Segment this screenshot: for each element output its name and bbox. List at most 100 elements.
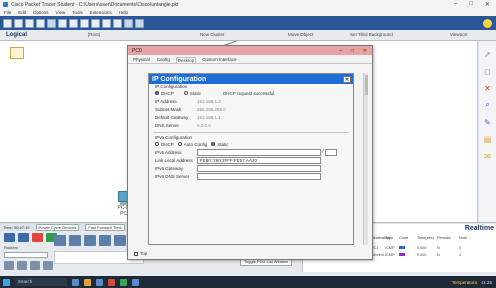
scrollbar-thumb[interactable] [364,75,368,95]
set-tiled-bg-button[interactable]: Set Tiled Background [350,32,393,37]
header-type: Type [385,236,394,240]
router-category-icon[interactable] [4,233,15,242]
num-cell: 0 [459,246,462,250]
resize-icon[interactable]: ▤ [483,134,493,144]
fast-forward-button[interactable]: Fast Forward Time [85,223,125,231]
close-button[interactable]: ✕ [485,1,490,8]
ip-config-close-button[interactable]: ✕ [343,75,351,83]
dns-server-field[interactable]: 0.0.0.0 [197,123,211,128]
zoom-icon[interactable]: ⌕ [483,100,493,110]
palette-icon[interactable] [124,18,133,28]
maximize-button[interactable]: □ [469,1,473,8]
menu-edit[interactable]: Edit [18,10,26,15]
task-view-icon[interactable] [72,278,79,286]
ipv6-gateway-input[interactable] [197,164,321,172]
open-file-icon[interactable] [14,18,23,28]
menu-extensions[interactable]: Extensions [90,10,112,15]
color-cell [399,246,417,250]
minimize-button[interactable]: – [454,1,457,8]
new-file-icon[interactable] [3,18,12,28]
print-icon[interactable] [36,18,45,28]
edge-icon[interactable] [96,278,103,286]
zoom-out-icon[interactable] [113,18,122,28]
connection-category-icon[interactable] [17,261,27,270]
clock[interactable]: 11:26 [481,280,492,285]
menu-options[interactable]: Options [33,10,49,15]
app-icon[interactable] [120,278,127,286]
multiuser-category-icon[interactable] [43,261,53,270]
misc-category-icon[interactable] [30,261,40,270]
save-icon[interactable] [25,18,34,28]
end-device-category-icon[interactable] [4,261,14,270]
menu-tools[interactable]: Tools [72,10,83,15]
copy-icon[interactable] [58,18,67,28]
note-icon[interactable] [10,47,24,59]
ip-address-field[interactable]: 192.168.1.3 [197,99,221,104]
ip-config-title: IP Configuration [152,75,207,83]
device-type-select[interactable] [4,252,48,258]
new-cluster-button[interactable]: New Cluster [200,32,225,37]
dhcp-status-message: DHCP request successful. [223,90,276,96]
help-icon[interactable] [483,18,492,28]
menu-view[interactable]: View [56,10,66,15]
dhcp-radio[interactable] [155,91,159,95]
link-local-input[interactable]: FE80::260:2FFF:FE57:AA20 [197,156,321,164]
switch-category-icon[interactable] [18,233,29,242]
undo-icon[interactable] [80,18,89,28]
device-category-row [4,233,57,242]
header-color: Color [399,236,409,240]
dialog-minimize-button[interactable]: – [339,48,342,54]
static-radio[interactable] [183,91,188,95]
tab-custom-interface[interactable]: Custom Interface [201,57,237,63]
logical-tab[interactable]: Logical [6,32,66,38]
menu-file[interactable]: File [4,10,11,15]
dialog-close-button[interactable]: ✕ [363,48,367,54]
menu-help[interactable]: Help [119,10,128,15]
paste-icon[interactable] [69,18,78,28]
ipv6-dns-input[interactable] [197,172,321,180]
ipv6-dhcp-radio[interactable] [155,142,159,146]
ip-address-row: IP Address 192.168.1.3 [149,97,353,105]
inspect-icon[interactable]: ◻ [483,66,493,76]
router-model-icon[interactable] [99,235,111,246]
top-checkbox[interactable] [134,251,138,256]
default-gateway-field[interactable]: 192.168.1.1 [197,115,221,120]
taskbar-search[interactable]: Search [15,278,67,286]
router-model-icon[interactable] [114,235,126,246]
ipv6-auto-radio[interactable] [177,142,182,146]
file-explorer-icon[interactable] [84,278,91,286]
realtime-mode-label[interactable]: Realtime [465,225,494,232]
ipv6-prefix-input[interactable] [325,148,337,156]
select-icon[interactable]: ➚ [483,49,493,59]
window-controls: – □ ✕ [454,1,496,8]
tab-desktop[interactable]: Desktop [175,57,197,63]
default-gateway-row: Default Gateway 192.168.1.1 [149,113,353,121]
draw-icon[interactable]: ✎ [483,117,493,127]
hub-category-icon[interactable] [32,233,43,242]
packet-tracer-taskbar-icon[interactable] [132,278,139,286]
tab-config[interactable]: Config [156,57,171,63]
zoom-in-icon[interactable] [102,18,111,28]
dialog-maximize-button[interactable]: □ [351,48,354,54]
weather-widget[interactable]: Temperatura [452,280,477,285]
tab-physical[interactable]: Physical [132,57,151,63]
activity-wizard-icon[interactable] [47,18,56,28]
pdu-envelope-icon[interactable]: ✉ [483,151,493,161]
router-model-icon[interactable] [69,235,81,246]
redo-icon[interactable] [91,18,100,28]
delete-icon[interactable]: ✕ [483,83,493,93]
dialog-scrollbar[interactable] [363,73,368,245]
ipv6-address-input[interactable] [197,148,321,156]
ipv6-dns-label: IPv6 DNS Server [155,173,190,179]
router-model-icon[interactable] [54,235,66,246]
power-cycle-button[interactable]: Power Cycle Devices [35,223,80,231]
viewport-button[interactable]: Viewport [450,32,467,37]
custom-device-icon[interactable] [135,18,144,28]
office-icon[interactable] [108,278,115,286]
root-label[interactable]: [Root] [88,32,100,37]
windows-start-icon[interactable] [3,278,10,286]
move-object-button[interactable]: Move Object [288,32,313,37]
ipv6-static-radio[interactable] [211,142,216,146]
router-model-icon[interactable] [84,235,96,246]
subnet-mask-field[interactable]: 255.255.255.0 [197,107,226,112]
